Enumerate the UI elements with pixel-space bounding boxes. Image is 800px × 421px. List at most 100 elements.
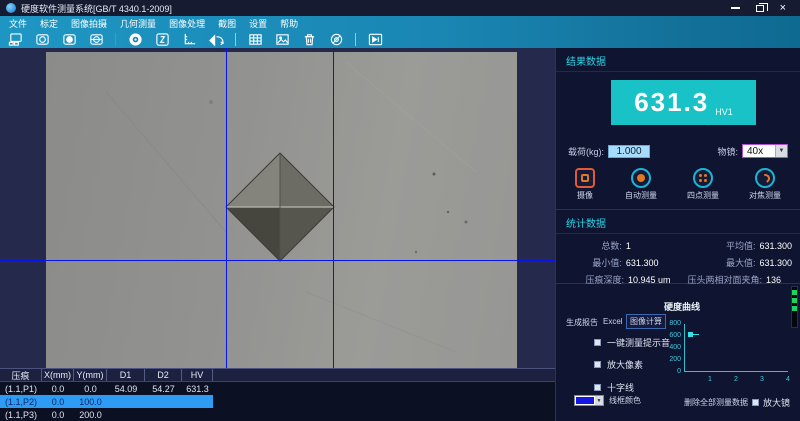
y-tick: 200 <box>660 356 681 363</box>
checkbox-icon[interactable] <box>594 361 601 368</box>
measure-horizontal-line[interactable] <box>0 260 555 261</box>
stat-value: 631.300 <box>755 258 792 268</box>
col-hv: HV <box>182 369 213 381</box>
window-controls: × <box>731 3 794 13</box>
minimize-icon[interactable] <box>731 7 740 9</box>
close-icon[interactable]: × <box>780 3 786 13</box>
command-band: 文件 标定 图像拍摄 几何测量 图像处理 截图 设置 帮助 <box>0 16 800 48</box>
y-tick: 0 <box>660 368 681 375</box>
menu-calibration[interactable]: 标定 <box>40 17 58 30</box>
line-color-dropdown[interactable]: ▼ <box>574 395 604 406</box>
image-viewer <box>0 48 555 368</box>
four-point-measure-button[interactable]: 四点测量 <box>687 168 719 201</box>
lens-target-icon[interactable] <box>86 31 106 47</box>
line-color-label: 线框颜色 <box>609 395 641 406</box>
menu-settings[interactable]: 设置 <box>249 17 267 30</box>
camera-button[interactable]: 摄像 <box>575 168 595 201</box>
cell <box>145 408 182 421</box>
focus-measure-button[interactable]: 对焦测量 <box>749 168 781 201</box>
menubar: 文件 标定 图像拍摄 几何测量 图像处理 截图 设置 帮助 <box>0 16 800 30</box>
statistics-section-title: 统计数据 <box>556 210 800 234</box>
right-panel: 结果数据 631.3 HV1 载荷(kg): 物镜: 40x ▼ 摄像 自动测量 <box>555 48 800 421</box>
statistics-section: 统计数据 总数: 1 平均值: 631.300 最小值: 631.300 最大值… <box>556 210 800 284</box>
indentation-graphic <box>46 52 517 368</box>
col-indent: 压痕 <box>0 369 42 381</box>
excel-button[interactable]: Excel <box>603 317 623 326</box>
x-tick: 3 <box>760 376 764 383</box>
table-row[interactable]: (1.1,P3) 0.0 200.0 <box>0 408 213 421</box>
cell: 0.0 <box>74 382 107 395</box>
delete-all-data-button[interactable]: 删除全部测量数据 <box>684 397 748 408</box>
chevron-down-icon[interactable]: ▼ <box>595 396 603 405</box>
microscope-image[interactable] <box>46 52 517 368</box>
flip-rotate-icon[interactable] <box>206 31 226 47</box>
cell: 0.0 <box>42 395 74 408</box>
zoom-pixel-checkbox-row[interactable]: 放大像素 <box>594 358 643 371</box>
hardness-display: 631.3 HV1 <box>611 80 756 125</box>
load-input[interactable] <box>608 145 650 158</box>
table-row-selected[interactable]: (1.1,P2) 0.0 100.0 <box>0 395 213 408</box>
crosshair-checkbox-row[interactable]: 十字线 <box>594 381 634 394</box>
chevron-down-icon[interactable]: ▼ <box>775 145 787 157</box>
record-icon[interactable] <box>125 31 145 47</box>
stat-label: 最大值: <box>676 256 755 269</box>
checkbox-label: 一键测量提示音 <box>607 336 670 349</box>
measure-vertical-line-2[interactable] <box>333 48 334 368</box>
image-gallery-icon[interactable] <box>272 31 292 47</box>
toolbar-separator <box>115 33 116 46</box>
auto-measure-button[interactable]: 自动测量 <box>625 168 657 201</box>
lens-focus-icon[interactable] <box>59 31 79 47</box>
tools-section: 生成报告 Excel 图像计算 硬度曲线 800 600 400 200 0 1… <box>556 284 800 421</box>
toolbar <box>0 30 800 48</box>
chart-plot <box>684 324 788 372</box>
run-to-end-icon[interactable] <box>365 31 385 47</box>
capture-save-icon[interactable] <box>5 31 25 47</box>
trash-icon[interactable] <box>299 31 319 47</box>
exposure-icon[interactable] <box>152 31 172 47</box>
measure-vertical-line-1[interactable] <box>226 48 227 368</box>
cell: 54.09 <box>107 382 145 395</box>
stat-value: 631.300 <box>622 258 676 268</box>
ruler-icon[interactable] <box>179 31 199 47</box>
stat-value: 1 <box>622 241 676 251</box>
stat-value: 10.945 um <box>624 275 680 285</box>
checkbox-icon[interactable] <box>752 399 759 406</box>
menu-geometric-measure[interactable]: 几何测量 <box>120 17 156 30</box>
x-tick: 2 <box>734 376 738 383</box>
four-point-icon <box>693 168 713 188</box>
cell: 0.0 <box>42 382 74 395</box>
checkbox-icon[interactable] <box>594 384 601 391</box>
menu-file[interactable]: 文件 <box>9 17 27 30</box>
objective-dropdown[interactable]: 40x ▼ <box>742 144 788 158</box>
magnifier-label: 放大镜 <box>763 396 790 409</box>
titlebar: 硬度软件测量系统[GB/T 4340.1-2009] × <box>0 0 800 16</box>
menu-screenshot[interactable]: 截图 <box>218 17 236 30</box>
load-label: 载荷(kg): <box>568 145 604 158</box>
cell: 100.0 <box>74 395 107 408</box>
x-tick: 4 <box>786 376 790 383</box>
generate-report-button[interactable]: 生成报告 <box>566 317 598 328</box>
action-label: 四点测量 <box>687 190 719 201</box>
magnifier-checkbox-row[interactable]: 放大镜 <box>752 396 790 409</box>
level-indicator <box>791 286 798 328</box>
cell: 200.0 <box>74 408 107 421</box>
camera-off-icon[interactable] <box>326 31 346 47</box>
measurement-table: 压痕 X(mm) Y(mm) D1 D2 HV (1.1,P1) 0.0 0.0… <box>0 368 555 421</box>
statistics-grid: 总数: 1 平均值: 631.300 最小值: 631.300 最大值: 631… <box>556 234 800 288</box>
restore-icon[interactable] <box>756 5 764 12</box>
cell: 54.27 <box>145 382 182 395</box>
menu-image-capture[interactable]: 图像拍摄 <box>71 17 107 30</box>
cell <box>107 395 145 408</box>
table-row[interactable]: (1.1,P1) 0.0 0.0 54.09 54.27 631.3 <box>0 382 213 395</box>
hardness-unit: HV1 <box>715 107 733 117</box>
checkbox-icon[interactable] <box>594 339 601 346</box>
objective-value: 40x <box>743 146 775 157</box>
beep-checkbox-row[interactable]: 一键测量提示音 <box>594 336 670 349</box>
menu-image-processing[interactable]: 图像处理 <box>169 17 205 30</box>
data-table-icon[interactable] <box>245 31 265 47</box>
menu-help[interactable]: 帮助 <box>280 17 298 30</box>
hardness-value: 631.3 <box>634 87 709 118</box>
cell <box>182 408 213 421</box>
lens-view-icon[interactable] <box>32 31 52 47</box>
action-label: 摄像 <box>577 190 593 201</box>
